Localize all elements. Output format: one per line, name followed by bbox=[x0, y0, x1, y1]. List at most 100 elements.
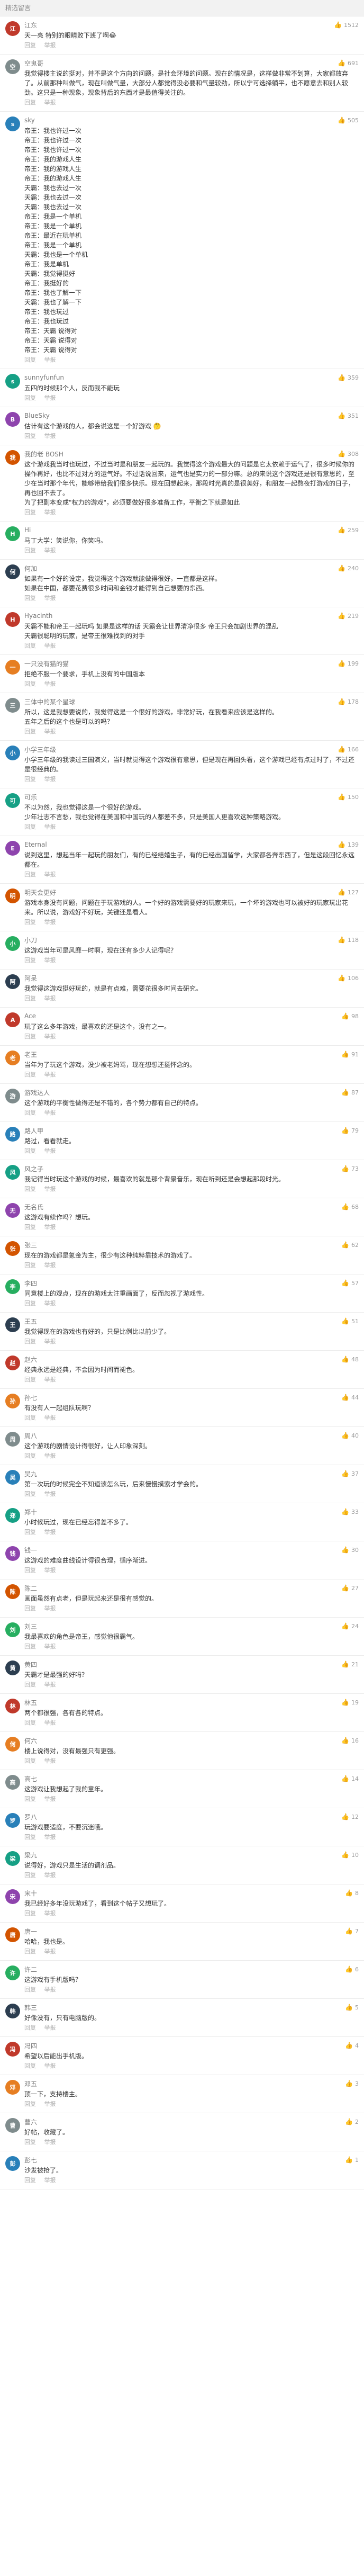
username[interactable]: 老王 bbox=[24, 1050, 37, 1059]
like-button[interactable]: 👍 505 bbox=[338, 117, 359, 124]
reply-button[interactable]: 回复 bbox=[24, 1033, 36, 1040]
reply-button[interactable]: 回复 bbox=[24, 1986, 36, 1993]
reply-button[interactable]: 回复 bbox=[24, 2101, 36, 2107]
username[interactable]: 明天会更好 bbox=[24, 888, 56, 897]
avatar[interactable]: 黄 bbox=[5, 1661, 20, 1675]
avatar[interactable]: 罗 bbox=[5, 1813, 20, 1828]
like-button[interactable]: 👍 308 bbox=[338, 451, 359, 457]
reply-button[interactable]: 回复 bbox=[24, 680, 36, 687]
avatar[interactable]: 可 bbox=[5, 793, 20, 808]
report-button[interactable]: 举报 bbox=[44, 728, 56, 735]
username[interactable]: 周八 bbox=[24, 1431, 37, 1440]
report-button[interactable]: 举报 bbox=[44, 871, 56, 878]
reply-button[interactable]: 回复 bbox=[24, 1300, 36, 1307]
username[interactable]: 何六 bbox=[24, 1736, 37, 1745]
like-button[interactable]: 👍 106 bbox=[338, 975, 359, 982]
like-button[interactable]: 👍 73 bbox=[341, 1165, 359, 1172]
reply-button[interactable]: 回复 bbox=[24, 547, 36, 554]
report-button[interactable]: 举报 bbox=[44, 1300, 56, 1307]
username[interactable]: 阿呆 bbox=[24, 974, 37, 983]
reply-button[interactable]: 回复 bbox=[24, 1719, 36, 1726]
username[interactable]: 彭七 bbox=[24, 2156, 37, 2165]
username[interactable]: 我的老 BOSH bbox=[24, 450, 63, 459]
avatar[interactable]: 游 bbox=[5, 1089, 20, 1103]
like-button[interactable]: 👍 127 bbox=[338, 889, 359, 896]
report-button[interactable]: 举报 bbox=[44, 2024, 56, 2031]
like-button[interactable]: 👍 24 bbox=[341, 1623, 359, 1630]
reply-button[interactable]: 回复 bbox=[24, 995, 36, 1002]
report-button[interactable]: 举报 bbox=[44, 595, 56, 602]
report-button[interactable]: 举报 bbox=[44, 2101, 56, 2107]
like-button[interactable]: 👍 5 bbox=[345, 2004, 359, 2011]
report-button[interactable]: 举报 bbox=[44, 433, 56, 439]
reply-button[interactable]: 回复 bbox=[24, 919, 36, 926]
avatar[interactable]: 彭 bbox=[5, 2156, 20, 2171]
like-button[interactable]: 👍 691 bbox=[338, 60, 359, 67]
username[interactable]: 张三 bbox=[24, 1241, 37, 1250]
username[interactable]: 唐一 bbox=[24, 1927, 37, 1936]
reply-button[interactable]: 回复 bbox=[24, 1224, 36, 1231]
avatar[interactable]: 明 bbox=[5, 888, 20, 903]
reply-button[interactable]: 回复 bbox=[24, 1567, 36, 1574]
reply-button[interactable]: 回复 bbox=[24, 1376, 36, 1383]
reply-button[interactable]: 回复 bbox=[24, 1872, 36, 1879]
like-button[interactable]: 👍 27 bbox=[341, 1585, 359, 1592]
username[interactable]: BlueSky bbox=[24, 412, 50, 419]
like-button[interactable]: 👍 166 bbox=[338, 746, 359, 753]
username[interactable]: 罗八 bbox=[24, 1812, 37, 1821]
reply-button[interactable]: 回复 bbox=[24, 1834, 36, 1841]
report-button[interactable]: 举报 bbox=[44, 823, 56, 830]
username[interactable]: 江东 bbox=[24, 21, 37, 30]
like-button[interactable]: 👍 62 bbox=[341, 1242, 359, 1249]
report-button[interactable]: 举报 bbox=[44, 1186, 56, 1192]
report-button[interactable]: 举报 bbox=[44, 1681, 56, 1688]
reply-button[interactable]: 回复 bbox=[24, 356, 36, 363]
reply-button[interactable]: 回复 bbox=[24, 509, 36, 516]
reply-button[interactable]: 回复 bbox=[24, 1071, 36, 1078]
like-button[interactable]: 👍 178 bbox=[338, 698, 359, 705]
report-button[interactable]: 举报 bbox=[44, 1719, 56, 1726]
report-button[interactable]: 举报 bbox=[44, 1262, 56, 1269]
report-button[interactable]: 举报 bbox=[44, 42, 56, 49]
username[interactable]: 陈二 bbox=[24, 1584, 37, 1593]
avatar[interactable]: 王 bbox=[5, 1317, 20, 1332]
reply-button[interactable]: 回复 bbox=[24, 823, 36, 830]
username[interactable]: 风之子 bbox=[24, 1164, 43, 1173]
like-button[interactable]: 👍 16 bbox=[341, 1737, 359, 1744]
like-button[interactable]: 👍 87 bbox=[341, 1089, 359, 1096]
avatar[interactable]: 老 bbox=[5, 1051, 20, 1065]
reply-button[interactable]: 回复 bbox=[24, 1338, 36, 1345]
reply-button[interactable]: 回复 bbox=[24, 1605, 36, 1612]
reply-button[interactable]: 回复 bbox=[24, 642, 36, 649]
like-button[interactable]: 👍 219 bbox=[338, 613, 359, 620]
report-button[interactable]: 举报 bbox=[44, 1147, 56, 1154]
username[interactable]: Hi bbox=[24, 526, 31, 534]
reply-button[interactable]: 回复 bbox=[24, 1910, 36, 1917]
like-button[interactable]: 👍 21 bbox=[341, 1661, 359, 1668]
report-button[interactable]: 举报 bbox=[44, 2139, 56, 2146]
avatar[interactable]: 陈 bbox=[5, 1584, 20, 1599]
reply-button[interactable]: 回复 bbox=[24, 1262, 36, 1269]
username[interactable]: 吴九 bbox=[24, 1469, 37, 1478]
avatar[interactable]: 周 bbox=[5, 1432, 20, 1447]
reply-button[interactable]: 回复 bbox=[24, 2139, 36, 2146]
report-button[interactable]: 举报 bbox=[44, 680, 56, 687]
reply-button[interactable]: 回复 bbox=[24, 1452, 36, 1459]
report-button[interactable]: 举报 bbox=[44, 1948, 56, 1955]
reply-button[interactable]: 回复 bbox=[24, 1491, 36, 1497]
username[interactable]: 游戏达人 bbox=[24, 1088, 50, 1097]
username[interactable]: 小刀 bbox=[24, 936, 37, 945]
username[interactable]: 三体中的某个星球 bbox=[24, 697, 75, 706]
avatar[interactable]: 风 bbox=[5, 1165, 20, 1180]
reply-button[interactable]: 回复 bbox=[24, 595, 36, 602]
avatar[interactable]: 梁 bbox=[5, 1851, 20, 1866]
like-button[interactable]: 👍 150 bbox=[338, 794, 359, 801]
username[interactable]: 梁九 bbox=[24, 1851, 37, 1860]
report-button[interactable]: 举报 bbox=[44, 1567, 56, 1574]
like-button[interactable]: 👍 12 bbox=[341, 1814, 359, 1820]
report-button[interactable]: 举报 bbox=[44, 1338, 56, 1345]
username[interactable]: 无名氏 bbox=[24, 1202, 43, 1211]
avatar[interactable]: H bbox=[5, 612, 20, 627]
report-button[interactable]: 举报 bbox=[44, 1910, 56, 1917]
like-button[interactable]: 👍 118 bbox=[338, 937, 359, 944]
